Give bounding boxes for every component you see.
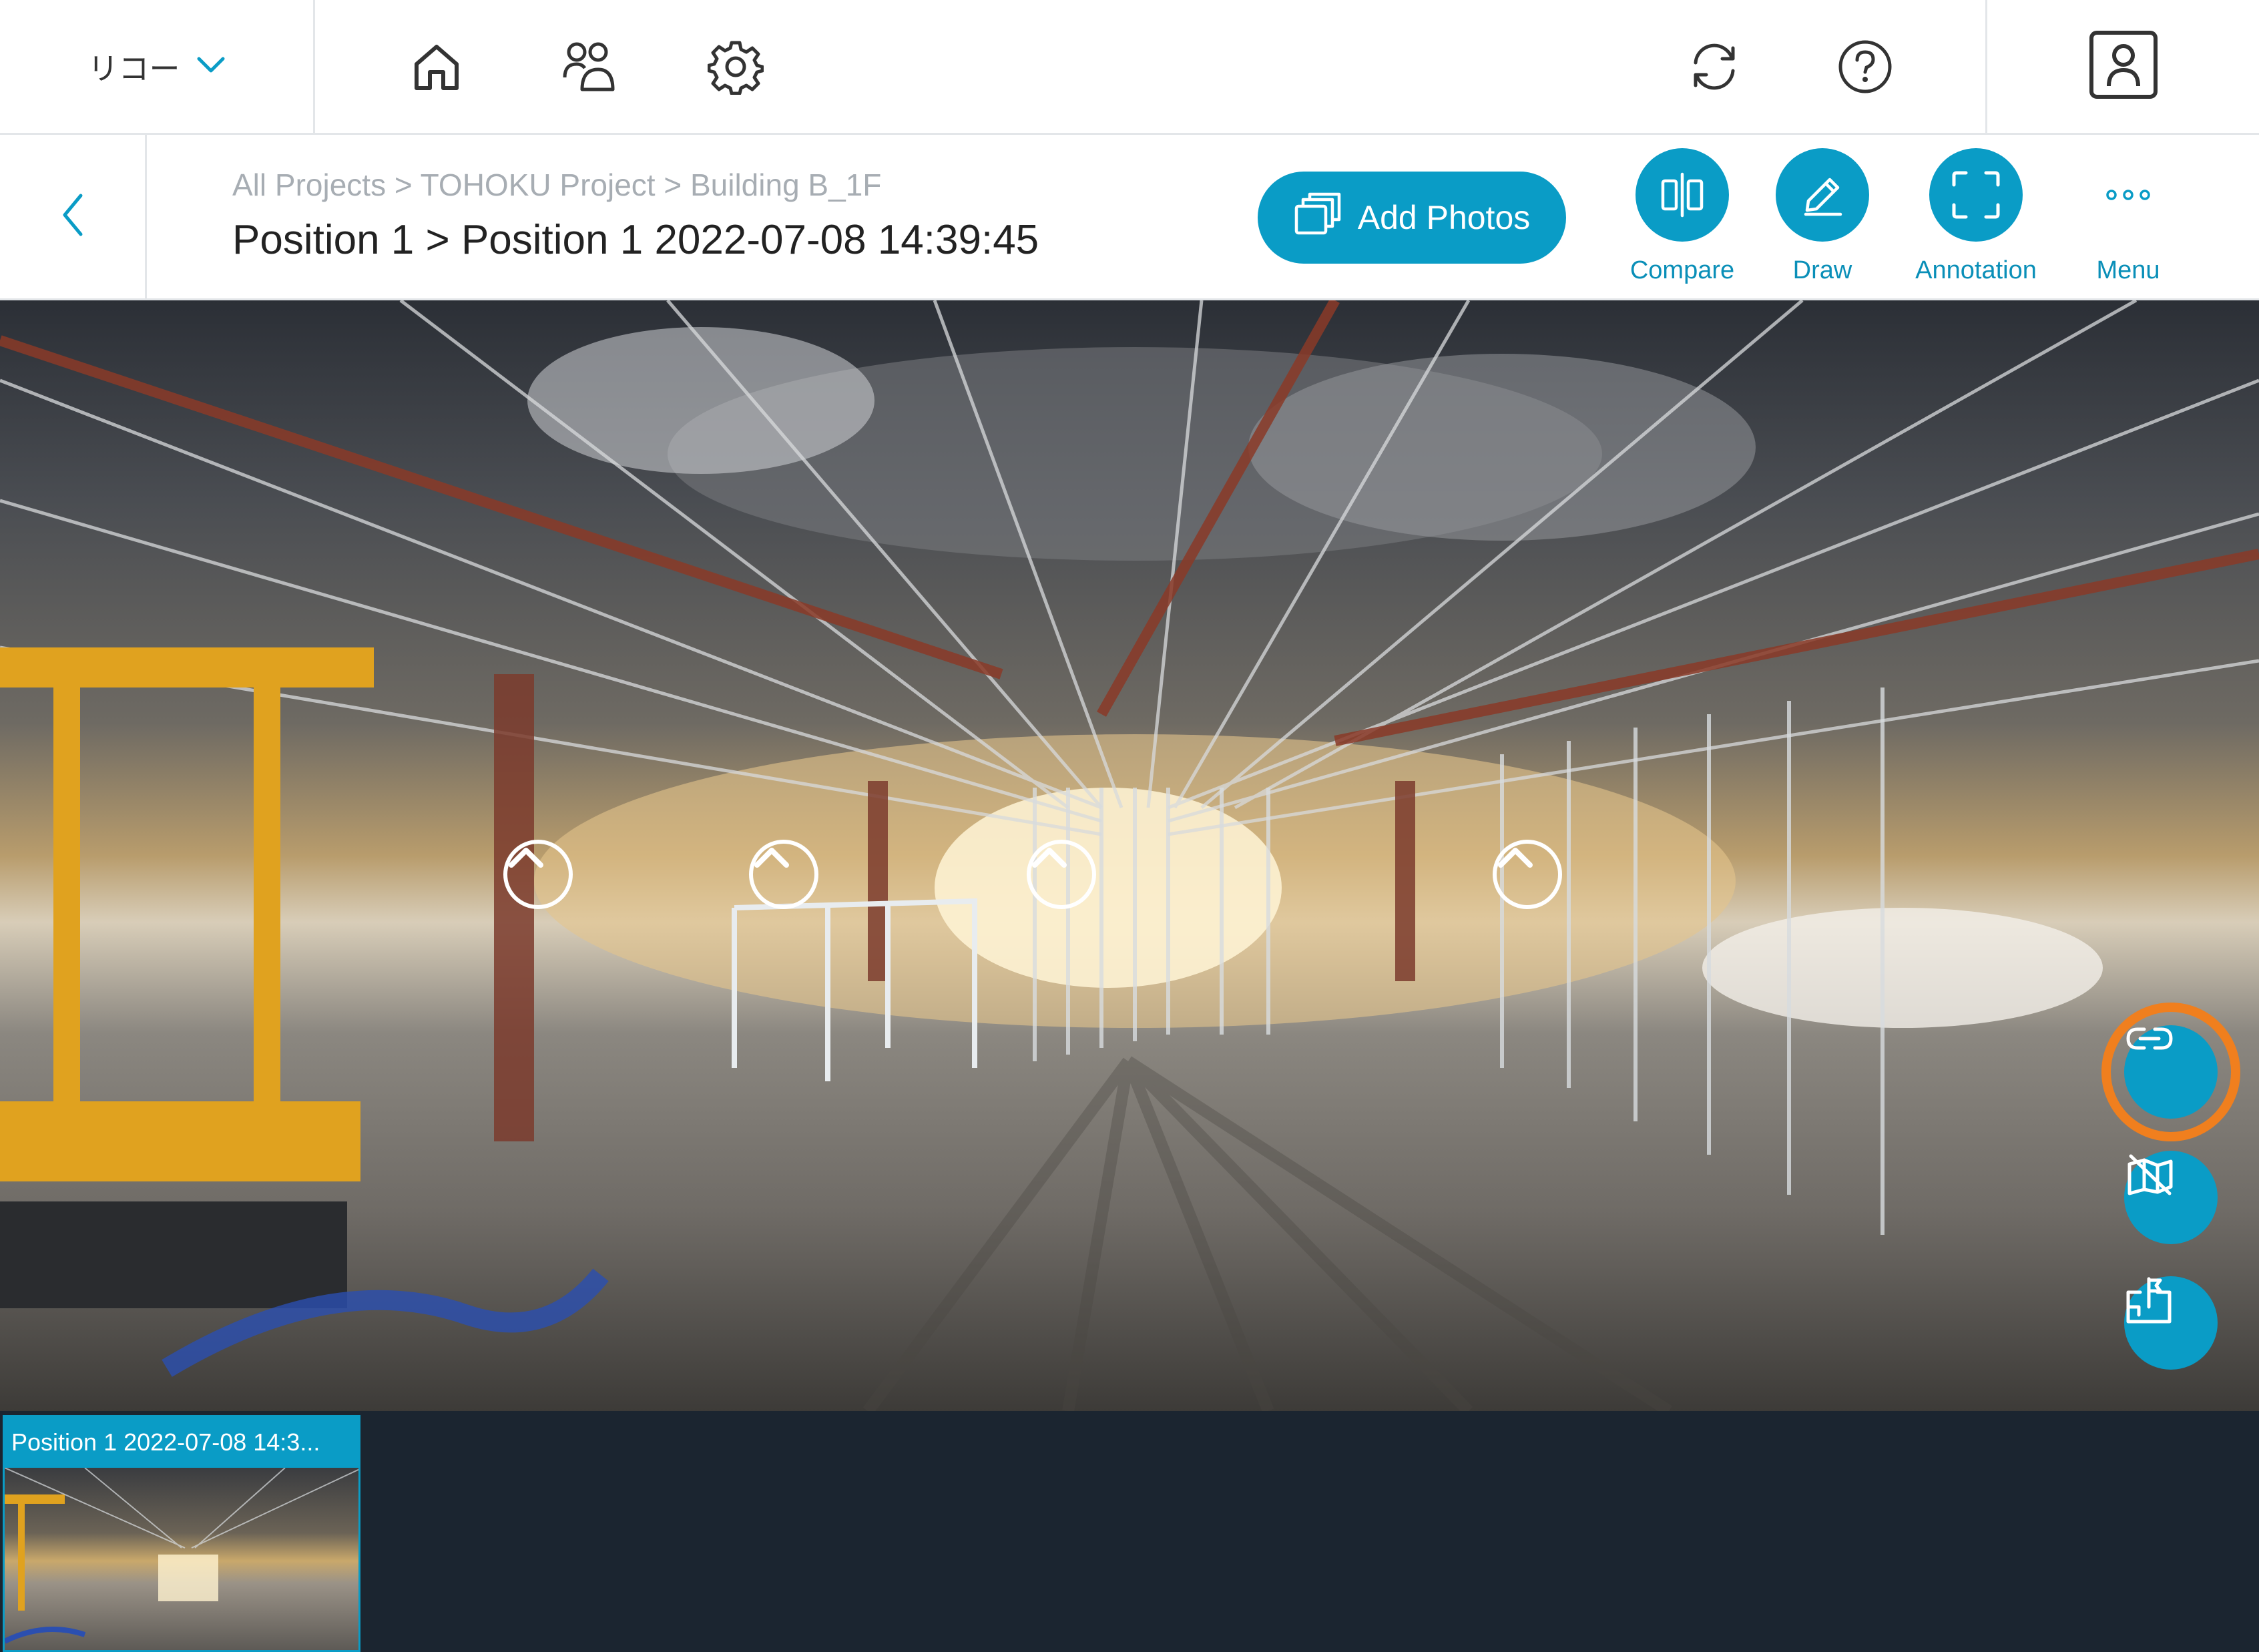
profile-icon [2089, 30, 2158, 103]
gear-icon[interactable] [702, 33, 769, 100]
annotation-label: Annotation [1915, 256, 2037, 284]
help-icon[interactable] [1832, 33, 1899, 100]
back-button[interactable] [0, 135, 147, 298]
page-header: All Projects > TOHOKU Project > Building… [0, 135, 2259, 300]
photo-thumbnail[interactable]: Position 1 2022-07-08 14:3... [3, 1415, 360, 1652]
menu-button[interactable]: Menu [2055, 148, 2202, 288]
page-title: Position 1 > Position 1 2022-07-08 14:39… [232, 217, 1039, 263]
home-icon[interactable] [403, 33, 470, 100]
panorama-image [0, 300, 2259, 1411]
thumbnail-image [5, 1467, 358, 1650]
chevron-down-icon [196, 55, 226, 78]
navigation-hotspot[interactable] [1493, 840, 1562, 909]
refresh-icon[interactable] [1681, 33, 1748, 100]
users-icon[interactable] [554, 33, 621, 100]
draw-button[interactable]: Draw [1749, 148, 1896, 288]
breadcrumb[interactable]: All Projects > TOHOKU Project > Building… [232, 167, 881, 203]
profile-button[interactable] [1985, 0, 2259, 133]
annotation-button[interactable]: Annotation [1903, 148, 2049, 288]
thumbnail-label: Position 1 2022-07-08 14:3... [5, 1417, 358, 1468]
chevron-left-icon [59, 192, 86, 242]
add-photos-button[interactable]: Add Photos [1258, 172, 1566, 264]
annotation-frame-icon [1929, 148, 2023, 242]
navigation-hotspot[interactable] [503, 840, 573, 909]
compare-label: Compare [1629, 256, 1735, 284]
add-photos-label: Add Photos [1357, 199, 1531, 236]
menu-label: Menu [2096, 256, 2160, 284]
photo-timeline-strip: Position 1 2022-07-08 14:3... [0, 1411, 2259, 1652]
photos-stack-icon [1294, 192, 1342, 244]
link-button[interactable] [2124, 1025, 2218, 1119]
draw-label: Draw [1792, 256, 1852, 284]
navigation-hotspot[interactable] [1027, 840, 1096, 909]
top-navigation-bar: リコー [0, 0, 2259, 135]
panorama-viewer[interactable] [0, 300, 2259, 1411]
pencil-icon [1776, 148, 1869, 242]
organization-selector[interactable]: リコー [0, 0, 315, 133]
navigation-hotspot[interactable] [749, 840, 818, 909]
floorplan-pin-button[interactable] [2124, 1276, 2218, 1370]
organization-name: リコー [87, 50, 180, 87]
compare-icon [1636, 148, 1729, 242]
more-dots-icon [2081, 148, 2175, 242]
compare-button[interactable]: Compare [1609, 148, 1756, 288]
hide-markers-button[interactable] [2124, 1151, 2218, 1244]
